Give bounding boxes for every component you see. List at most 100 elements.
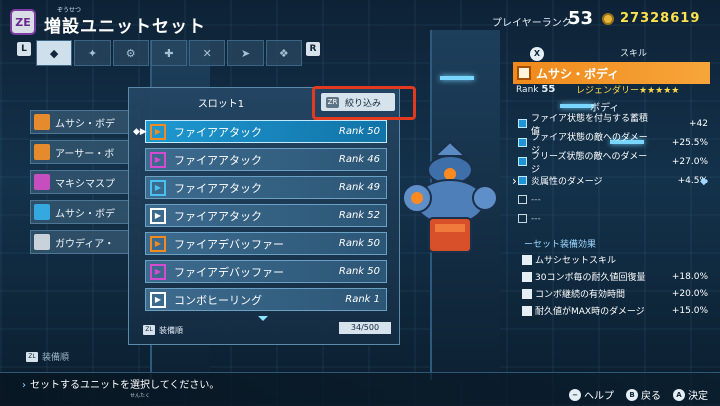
table-row[interactable]: ▶ ファイアアタック Rank 46 bbox=[145, 148, 387, 171]
unit-name: ファイアデバッファー bbox=[174, 265, 284, 279]
zl-button-icon: ZL bbox=[26, 351, 38, 362]
set-stat-value: +20.0% bbox=[671, 288, 708, 299]
hint-arrow-icon: › bbox=[22, 380, 26, 391]
rank-label: Rank bbox=[516, 85, 539, 95]
unit-icon bbox=[34, 234, 50, 250]
tab-category-5[interactable]: ✕ bbox=[189, 40, 226, 66]
table-row[interactable]: ▶ ファイアデバッファー Rank 50 bbox=[145, 232, 387, 255]
background-light bbox=[560, 104, 594, 108]
tab-category-6[interactable]: ➤ bbox=[227, 40, 264, 66]
unit-rank: Rank 1 bbox=[345, 294, 380, 305]
confirm-button[interactable]: A 決定 bbox=[673, 387, 708, 402]
back-button[interactable]: B 戻る bbox=[626, 387, 661, 402]
scroll-down-indicator-icon[interactable] bbox=[258, 316, 268, 321]
tab-category-3[interactable]: ⚙ bbox=[112, 40, 149, 66]
unit-name-bar: ムサシ・ボディ bbox=[513, 62, 710, 84]
list-item[interactable]: ムサシ・ボデ bbox=[30, 200, 140, 224]
unit-detail-name: ムサシ・ボディ bbox=[536, 66, 620, 81]
unit-rank-strip: Rank 55 bbox=[516, 84, 555, 95]
unit-name: ファイアアタック bbox=[174, 153, 262, 167]
stat-row: --- bbox=[518, 190, 708, 209]
table-row[interactable]: ▶ ファイアアタック Rank 49 bbox=[145, 176, 387, 199]
stat-name: 炎属性のダメージ bbox=[531, 177, 603, 187]
stat-name: --- bbox=[531, 194, 541, 205]
empty-slot-icon bbox=[518, 214, 527, 223]
rank-value: 55 bbox=[541, 84, 556, 95]
debuff-icon: ▶ bbox=[150, 235, 166, 252]
stat-name: フリーズ状態の敵へのダメージ bbox=[531, 151, 648, 175]
list-item-label: ムサシ・ボデ bbox=[55, 118, 115, 130]
selection-cursor-icon: ◆▶ bbox=[133, 127, 147, 137]
unit-list: ムサシ・ボデ アーサー・ボ マキシマスプ ムサシ・ボデ ガウディア・ bbox=[30, 110, 140, 260]
category-tabs: ◆ ✦ ⚙ ✚ ✕ ➤ ❖ bbox=[36, 40, 302, 66]
stat-name: --- bbox=[531, 213, 541, 224]
tab-next-button[interactable]: R bbox=[306, 42, 320, 56]
set-skill-icon bbox=[522, 305, 532, 316]
stat-cursor-icon: › bbox=[512, 174, 517, 188]
tab-category-2[interactable]: ✦ bbox=[74, 40, 111, 66]
stat-row: フリーズ状態の敵へのダメージ +27.0% bbox=[518, 152, 708, 175]
set-stat-name: 30コンボ毎の耐久値回復量 bbox=[535, 273, 646, 283]
slot-panel: スロット1 ZR 絞り込み ◆▶ ▶ ファイアアタック Rank 50 ▶ ファ… bbox=[128, 87, 400, 345]
slot-unit-list: ◆▶ ▶ ファイアアタック Rank 50 ▶ ファイアアタック Rank 46… bbox=[133, 120, 387, 316]
heal-icon: ▶ bbox=[150, 291, 166, 308]
set-skill-icon bbox=[522, 254, 532, 265]
sword-icon: ▶ bbox=[150, 151, 166, 168]
table-row[interactable]: ▶ コンボヒーリング Rank 1 bbox=[145, 288, 387, 311]
sword-icon: ▶ bbox=[150, 123, 166, 140]
x-button-icon[interactable]: X bbox=[530, 47, 544, 61]
set-stat-row: コンボ継続の有効時間 +20.0% bbox=[522, 285, 708, 302]
stat-value: +42 bbox=[689, 118, 708, 129]
table-row[interactable]: ▶ ファイアアタック Rank 52 bbox=[145, 204, 387, 227]
set-skill-icon bbox=[522, 288, 532, 299]
tab-prev-button[interactable]: L bbox=[17, 42, 31, 56]
scroll-right-icon[interactable]: ◆ bbox=[700, 176, 708, 187]
instruction-text: › セットするユニットを選択してください。 bbox=[22, 376, 219, 391]
set-stat-row: 耐久値がMAX時のダメージ +15.0% bbox=[522, 302, 708, 319]
set-stat-value: +15.0% bbox=[671, 305, 708, 316]
sort-order-control[interactable]: ZL 装備順 bbox=[143, 322, 183, 338]
stat-icon bbox=[518, 138, 527, 147]
coin-icon bbox=[602, 13, 614, 25]
list-item[interactable]: アーサー・ボ bbox=[30, 140, 140, 164]
unit-rank: Rank 50 bbox=[338, 266, 380, 277]
list-item-label: ムサシ・ボデ bbox=[55, 208, 115, 220]
set-skill-icon bbox=[522, 271, 532, 282]
list-item[interactable]: ムサシ・ボデ bbox=[30, 110, 140, 134]
set-stat-name: ムサシセットスキル bbox=[535, 256, 617, 266]
stat-row: --- bbox=[518, 209, 708, 228]
stat-row: 炎属性のダメージ +4.5% bbox=[518, 171, 708, 190]
unit-rank: Rank 49 bbox=[338, 182, 380, 193]
table-row[interactable]: ▶ ファイアデバッファー Rank 50 bbox=[145, 260, 387, 283]
tab-category-4[interactable]: ✚ bbox=[150, 40, 188, 66]
debuff-icon: ▶ bbox=[150, 263, 166, 280]
unit-name: ファイアデバッファー bbox=[174, 237, 284, 251]
list-item[interactable]: マキシマスプ bbox=[30, 170, 140, 194]
table-row[interactable]: ◆▶ ▶ ファイアアタック Rank 50 bbox=[133, 120, 387, 143]
background-light bbox=[440, 76, 474, 80]
empty-slot-icon bbox=[518, 195, 527, 204]
unit-name: ファイアアタック bbox=[174, 181, 262, 195]
unit-type-icon bbox=[517, 66, 531, 80]
list-item[interactable]: ガウディア・ bbox=[30, 230, 140, 254]
b-button-icon: B bbox=[626, 388, 638, 401]
set-stat-name: コンボ継続の有効時間 bbox=[535, 290, 626, 300]
unit-name: コンボヒーリング bbox=[174, 293, 262, 307]
slot-title: スロット1 bbox=[197, 99, 245, 110]
bottom-sort-control[interactable]: ZL 装備順 bbox=[26, 350, 69, 363]
stat-icon bbox=[518, 119, 527, 128]
instruction-ruby: せんたく bbox=[130, 393, 151, 399]
unit-icon bbox=[34, 114, 50, 130]
tab-category-7[interactable]: ❖ bbox=[265, 40, 302, 66]
stat-value: +27.0% bbox=[671, 156, 708, 167]
unit-rank: Rank 50 bbox=[338, 126, 380, 137]
help-button[interactable]: − ヘルプ bbox=[569, 387, 614, 402]
bottom-sort-label: 装備順 bbox=[42, 353, 70, 363]
instruction-label: セットするユニットを選択してください。 bbox=[30, 380, 220, 391]
unit-count: 34/500 bbox=[339, 322, 391, 334]
stat-value: +25.5% bbox=[671, 137, 708, 148]
money-count: 27328619 bbox=[620, 11, 701, 26]
rarity-label: レジェンダリー★★★★★ bbox=[576, 86, 680, 96]
app-logo-icon: ZE bbox=[10, 9, 36, 35]
tab-category-1[interactable]: ◆ bbox=[36, 40, 73, 66]
